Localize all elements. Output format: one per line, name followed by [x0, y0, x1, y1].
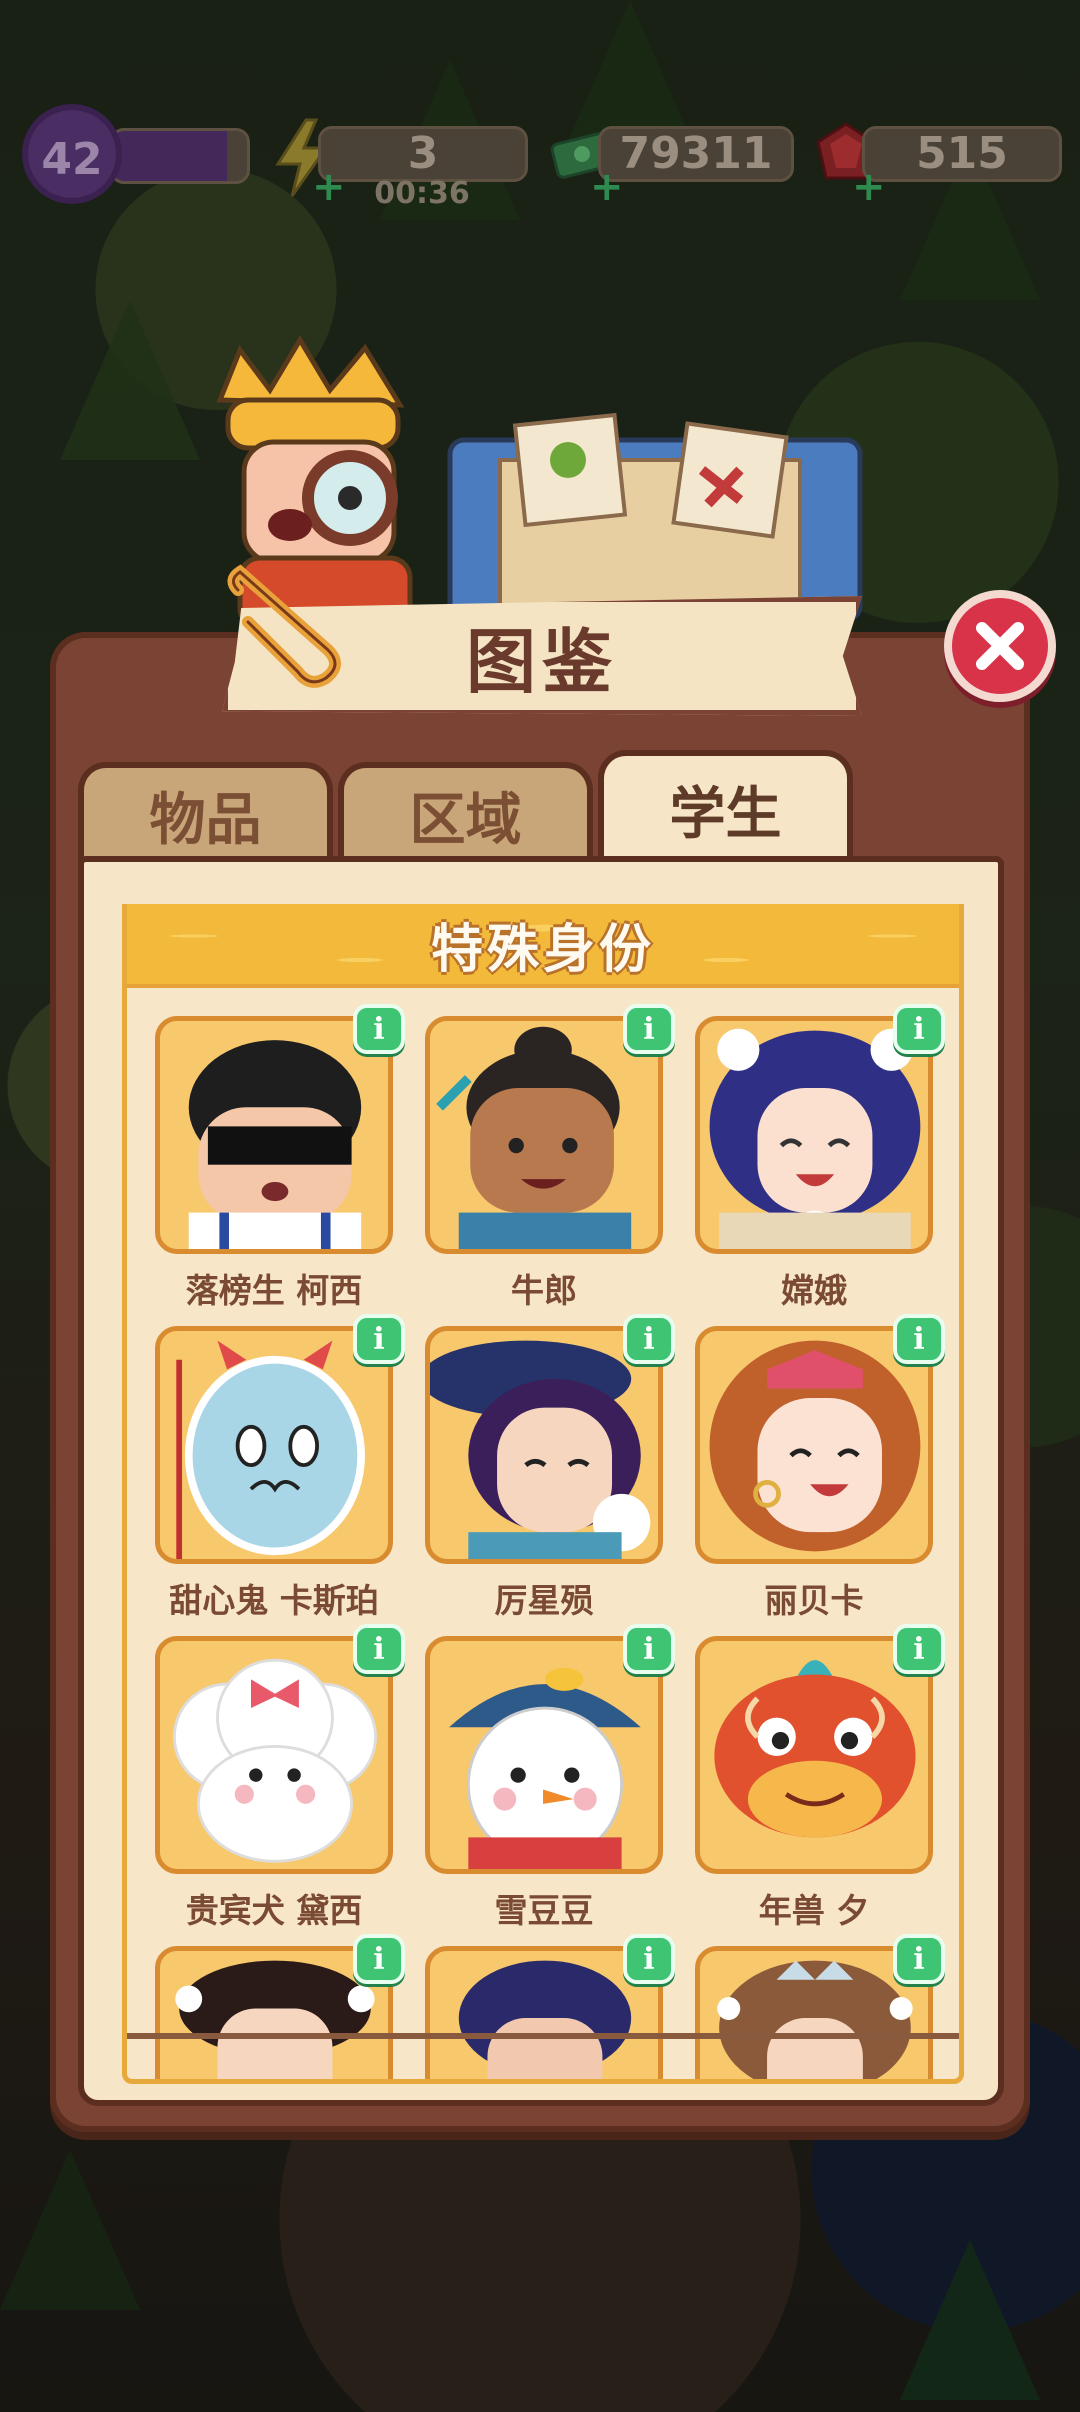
info-icon: i [373, 1321, 385, 1357]
info-icon: i [913, 1631, 925, 1667]
info-button[interactable]: i [623, 1624, 675, 1674]
student-card[interactable]: i 落榜生 柯西 [155, 1004, 405, 1312]
info-button[interactable]: i [623, 1314, 675, 1364]
student-card[interactable]: i 贵宾犬 黛西 [155, 1624, 405, 1932]
info-icon: i [643, 1631, 655, 1667]
ghost-avatar [176, 1340, 366, 1559]
student-card[interactable]: i [155, 1934, 405, 2079]
student-card[interactable]: i 甜心鬼 卡斯珀 [155, 1314, 405, 1622]
collection-folder-illustration [447, 412, 863, 623]
gem-value: 515 [862, 126, 1062, 182]
energy-value: 3 [318, 126, 528, 182]
scroll-fade-edge [127, 2033, 959, 2039]
student-card[interactable]: i 厉星殒 [425, 1314, 675, 1622]
student-portrait [695, 1016, 933, 1254]
red-hair-girl-avatar [709, 1340, 921, 1552]
info-button[interactable]: i [623, 1004, 675, 1054]
student-glasses-bar-avatar [188, 1040, 362, 1249]
collection-panel: 特殊身份 i 落榜生 柯西 i 牛郎 i 嫦娥 i 甜心鬼 卡斯珀 i 厉星殒 … [78, 856, 1004, 2106]
cash-value: 79311 [598, 126, 794, 182]
close-icon [976, 622, 1024, 670]
nian-beast-avatar [714, 1660, 916, 1838]
info-button[interactable]: i [353, 1004, 405, 1054]
info-button[interactable]: i [623, 1934, 675, 1984]
level-badge[interactable]: 42 [22, 104, 122, 204]
tab-areas[interactable]: 区域 [338, 762, 593, 862]
dialog-title: 图鉴 [466, 620, 618, 703]
paperclip-icon [227, 564, 341, 688]
info-icon: i [643, 1321, 655, 1357]
info-button[interactable]: i [893, 1004, 945, 1054]
student-card[interactable]: i 丽贝卡 [695, 1314, 945, 1622]
section-title: 特殊身份 [430, 919, 655, 980]
student-portrait [425, 1636, 663, 1874]
level-value: 42 [41, 134, 103, 185]
student-card[interactable]: i 嫦娥 [695, 1004, 945, 1312]
student-card[interactable]: i 年兽 夕 [695, 1624, 945, 1932]
tab-students[interactable]: 学生 [598, 750, 853, 862]
info-icon: i [373, 1011, 385, 1047]
cash-counter[interactable]: 79311 + [590, 118, 794, 210]
tab-areas-label: 区域 [409, 787, 522, 853]
gem-counter[interactable]: 515 + [852, 118, 1062, 210]
tab-items-label: 物品 [149, 787, 262, 853]
info-button[interactable]: i [893, 1624, 945, 1674]
info-icon: i [373, 1941, 385, 1977]
student-portrait [155, 1326, 393, 1564]
info-button[interactable]: i [893, 1934, 945, 1984]
add-cash-icon[interactable]: + [590, 164, 624, 210]
student-name: 厉星殒 [494, 1581, 594, 1620]
close-button[interactable] [944, 590, 1056, 702]
level-progress-bar [110, 128, 250, 184]
info-icon: i [913, 1941, 925, 1977]
student-card[interactable]: i [425, 1934, 675, 2079]
info-button[interactable]: i [353, 1934, 405, 1984]
info-button[interactable]: i [353, 1624, 405, 1674]
cowherd-avatar [436, 1026, 632, 1249]
student-portrait [155, 1636, 393, 1874]
student-card[interactable]: i 雪豆豆 [425, 1624, 675, 1932]
change-moon-goddess-avatar [709, 1028, 921, 1249]
student-card[interactable]: i 牛郎 [425, 1004, 675, 1312]
student-name: 雪豆豆 [494, 1891, 594, 1930]
witch-hat-lady-avatar [430, 1340, 651, 1559]
section-header: 特殊身份 [127, 904, 959, 988]
student-name: 丽贝卡 [764, 1581, 864, 1620]
level-progress-fill [113, 131, 227, 181]
info-icon: i [373, 1631, 385, 1667]
student-name: 年兽 夕 [758, 1891, 870, 1930]
poodle-avatar [172, 1658, 377, 1863]
student-name: 牛郎 [511, 1271, 577, 1310]
tab-students-label: 学生 [669, 781, 782, 847]
info-icon: i [913, 1011, 925, 1047]
info-icon: i [913, 1321, 925, 1357]
special-identity-section[interactable]: 特殊身份 i 落榜生 柯西 i 牛郎 i 嫦娥 i 甜心鬼 卡斯珀 i 厉星殒 … [122, 904, 964, 2084]
student-name: 嫦娥 [781, 1271, 847, 1310]
info-icon: i [643, 1011, 655, 1047]
student-name: 甜心鬼 卡斯珀 [169, 1581, 379, 1620]
add-gems-icon[interactable]: + [852, 164, 886, 210]
add-energy-icon[interactable]: + [312, 164, 346, 210]
student-portrait [155, 1016, 393, 1254]
student-portrait [425, 1016, 663, 1254]
student-name: 贵宾犬 黛西 [185, 1891, 363, 1930]
student-card[interactable]: i [695, 1934, 945, 2079]
energy-timer: 00:36 [374, 176, 470, 211]
info-button[interactable]: i [353, 1314, 405, 1364]
student-portrait [695, 1326, 933, 1564]
snowman-avatar [449, 1667, 641, 1869]
student-portrait [425, 1326, 663, 1564]
student-name: 落榜生 柯西 [185, 1271, 363, 1310]
info-icon: i [643, 1941, 655, 1977]
tab-items[interactable]: 物品 [78, 762, 333, 862]
info-button[interactable]: i [893, 1314, 945, 1364]
student-portrait [695, 1636, 933, 1874]
